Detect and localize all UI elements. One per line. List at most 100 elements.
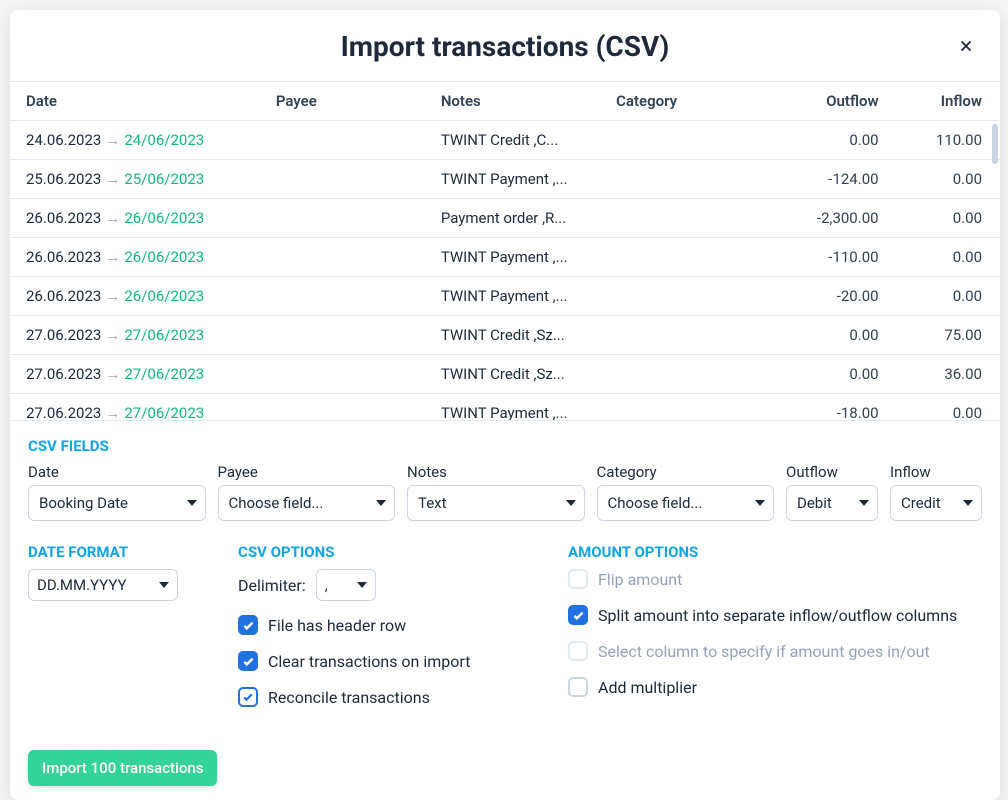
table-row[interactable]: 26.06.2023→26/06/2023TWINT Payment ,...-… (10, 277, 1000, 316)
cell-inflow: 0.00 (887, 277, 1000, 316)
chevron-down-icon (159, 582, 169, 588)
date-format-title: DATE FORMAT (28, 543, 198, 561)
transactions-table-wrap: Date Payee Notes Category Outflow Inflow… (10, 81, 1000, 421)
label-has-header: File has header row (268, 616, 406, 635)
cell-outflow: 0.00 (763, 316, 887, 355)
label-clear-on-import: Clear transactions on import (268, 652, 470, 671)
field-label-category: Category (597, 463, 775, 481)
field-label-outflow: Outflow (786, 463, 878, 481)
table-row[interactable]: 27.06.2023→27/06/2023TWINT Credit ,Sz...… (10, 316, 1000, 355)
arrow-icon: → (105, 365, 120, 383)
close-button[interactable] (952, 32, 980, 60)
import-button[interactable]: Import 100 transactions (28, 750, 217, 786)
select-payee-field[interactable]: Choose field... (218, 485, 396, 521)
arrow-icon: → (105, 170, 120, 188)
date-parsed: 27/06/2023 (124, 326, 204, 344)
date-raw: 27.06.2023 (26, 326, 101, 344)
close-icon (957, 37, 975, 55)
cell-payee (268, 394, 433, 422)
cell-category (608, 355, 763, 394)
select-outflow-field[interactable]: Debit (786, 485, 878, 521)
select-inflow-field[interactable]: Credit (890, 485, 982, 521)
delimiter-label: Delimiter: (238, 576, 306, 595)
arrow-icon: → (105, 248, 120, 266)
cell-notes: TWINT Payment ,... (433, 160, 608, 199)
cell-payee (268, 238, 433, 277)
cell-payee (268, 160, 433, 199)
checkbox-reconcile[interactable] (238, 687, 258, 707)
csv-fields-section: CSV FIELDS Date Booking Date Payee Choos… (10, 421, 1000, 521)
cell-inflow: 110.00 (887, 121, 1000, 160)
cell-category (608, 277, 763, 316)
date-raw: 24.06.2023 (26, 131, 101, 149)
date-raw: 26.06.2023 (26, 209, 101, 227)
csv-fields-title: CSV FIELDS (28, 437, 982, 455)
chevron-down-icon (963, 500, 973, 506)
table-row[interactable]: 27.06.2023→27/06/2023 TWINT Credit ,Sz...… (10, 355, 1000, 394)
cell-inflow: 75.00 (887, 316, 1000, 355)
csv-options-title: CSV OPTIONS (238, 543, 528, 561)
col-header-notes: Notes (433, 82, 608, 121)
select-date-format[interactable]: DD.MM.YYYY (28, 569, 178, 601)
modal-title: Import transactions (CSV) (341, 30, 670, 63)
table-row[interactable]: 26.06.2023→26/06/2023 Payment order ,R...… (10, 199, 1000, 238)
col-header-category: Category (608, 82, 763, 121)
csv-options-section: CSV OPTIONS Delimiter: , File has header… (238, 543, 528, 723)
label-split-amount: Split amount into separate inflow/outflo… (598, 606, 957, 625)
cell-category (608, 199, 763, 238)
checkbox-has-header[interactable] (238, 615, 258, 635)
date-parsed: 26/06/2023 (124, 209, 204, 227)
select-category-field[interactable]: Choose field... (597, 485, 775, 521)
cell-outflow: -18.00 (763, 394, 887, 422)
cell-category (608, 316, 763, 355)
checkbox-split-amount[interactable] (568, 605, 588, 625)
date-parsed: 26/06/2023 (124, 287, 204, 305)
cell-inflow: 0.00 (887, 199, 1000, 238)
chevron-down-icon (376, 500, 386, 506)
cell-category (608, 238, 763, 277)
date-raw: 26.06.2023 (26, 287, 101, 305)
label-reconcile: Reconcile transactions (268, 688, 430, 707)
date-raw: 26.06.2023 (26, 248, 101, 266)
amount-options-section: AMOUNT OPTIONS Flip amount Split amount … (568, 543, 982, 723)
checkbox-clear-on-import[interactable] (238, 651, 258, 671)
cell-category (608, 121, 763, 160)
label-flip-amount: Flip amount (598, 570, 682, 589)
chevron-down-icon (859, 500, 869, 506)
cell-notes: TWINT Payment ,... (433, 238, 608, 277)
cell-notes: TWINT Payment ,... (433, 277, 608, 316)
import-csv-modal: Import transactions (CSV) Date Payee Not… (10, 10, 1000, 800)
select-notes-field[interactable]: Text (407, 485, 585, 521)
cell-notes: TWINT Credit ,Sz... (433, 355, 608, 394)
arrow-icon: → (105, 209, 120, 227)
cell-outflow: -110.00 (763, 238, 887, 277)
cell-payee (268, 199, 433, 238)
chevron-down-icon (357, 582, 367, 588)
field-label-date: Date (28, 463, 206, 481)
table-row[interactable]: 24.06.2023→24/06/2023TWINT Credit ,C...0… (10, 121, 1000, 160)
table-row[interactable]: 27.06.2023→27/06/2023TWINT Payment ,...-… (10, 394, 1000, 422)
cell-outflow: 0.00 (763, 121, 887, 160)
chevron-down-icon (566, 500, 576, 506)
scrollbar-thumb[interactable] (992, 124, 998, 164)
checkbox-flip-amount (568, 569, 588, 589)
date-raw: 27.06.2023 (26, 404, 101, 421)
table-row[interactable]: 25.06.2023→25/06/2023TWINT Payment ,...-… (10, 160, 1000, 199)
cell-outflow: -124.00 (763, 160, 887, 199)
cell-category (608, 394, 763, 422)
date-parsed: 27/06/2023 (124, 365, 204, 383)
cell-outflow: -20.00 (763, 277, 887, 316)
select-delimiter[interactable]: , (316, 569, 376, 601)
select-date-field[interactable]: Booking Date (28, 485, 206, 521)
chevron-down-icon (755, 500, 765, 506)
modal-header: Import transactions (CSV) (10, 10, 1000, 81)
checkbox-add-multiplier[interactable] (568, 677, 588, 697)
cell-notes: Payment order ,R... (433, 199, 608, 238)
field-label-payee: Payee (218, 463, 396, 481)
table-row[interactable]: 26.06.2023→26/06/2023TWINT Payment ,...-… (10, 238, 1000, 277)
cell-inflow: 0.00 (887, 394, 1000, 422)
cell-notes: TWINT Payment ,... (433, 394, 608, 422)
cell-payee (268, 121, 433, 160)
date-raw: 27.06.2023 (26, 365, 101, 383)
date-parsed: 27/06/2023 (124, 404, 204, 421)
